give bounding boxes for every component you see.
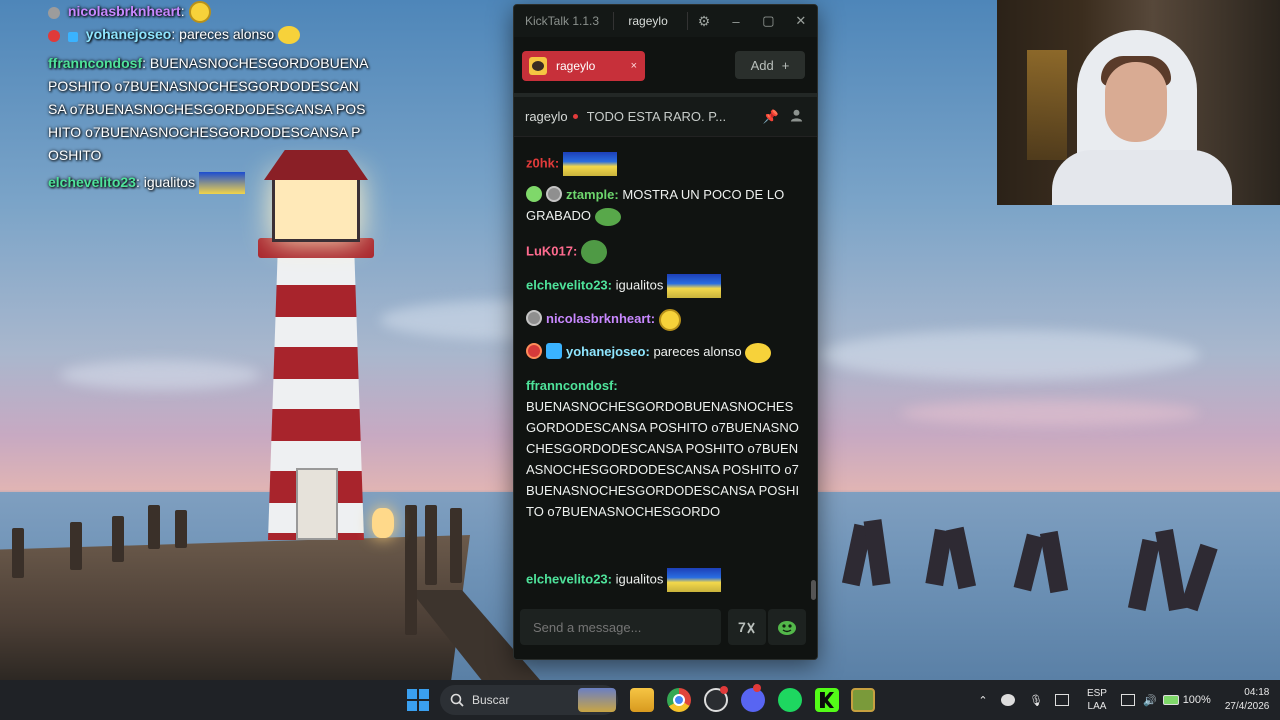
avatar bbox=[529, 57, 547, 75]
clock[interactable]: 04:18 27/4/2026 bbox=[1225, 686, 1270, 714]
language-indicator[interactable]: ESP LAA bbox=[1087, 687, 1107, 713]
webcam-feed bbox=[997, 0, 1280, 205]
vpn-icon[interactable] bbox=[1001, 694, 1015, 706]
emote-icon bbox=[666, 568, 721, 592]
chat-message: elchevelito23: igualitos bbox=[526, 568, 806, 592]
emote-icon bbox=[745, 342, 772, 363]
chevron-up-icon[interactable]: ⌃ bbox=[975, 694, 991, 707]
stream-info-header: rageylo TODO ESTA RARO. P... 📌 bbox=[514, 97, 817, 137]
chrome-icon[interactable] bbox=[667, 688, 691, 712]
silver-badge-icon bbox=[546, 186, 562, 202]
tab-rageylo[interactable]: rageylo × bbox=[522, 51, 645, 81]
chat-message: ztample: MOSTRA UN POCO DE LO GRABADO bbox=[526, 184, 806, 226]
chat-message: nicolasbrknheart: bbox=[526, 308, 806, 331]
spotify-icon[interactable] bbox=[778, 688, 802, 712]
silver-badge-icon bbox=[526, 310, 542, 326]
battery-icon[interactable] bbox=[1162, 695, 1179, 705]
gear-icon[interactable]: ⚙ bbox=[688, 13, 719, 30]
stream-overlay-chat: nicolasbrknheart: yohanejoseo: pareces a… bbox=[48, 0, 378, 195]
discord-icon[interactable] bbox=[741, 684, 765, 712]
channel-name[interactable]: rageylo bbox=[525, 109, 568, 124]
chat-message: ffranncondosf: BUENASNOCHESGORDOBUENASNO… bbox=[526, 378, 800, 519]
emote-icon bbox=[198, 172, 245, 195]
chat-message: elchevelito23: igualitos bbox=[526, 274, 806, 298]
network-icon[interactable] bbox=[1120, 694, 1135, 706]
red-badge-icon bbox=[526, 343, 542, 359]
volume-icon[interactable]: 🔊 bbox=[1143, 694, 1157, 707]
windows-start-icon[interactable] bbox=[407, 689, 429, 711]
stream-title: TODO ESTA RARO. P... bbox=[586, 109, 727, 124]
close-icon[interactable]: ✕ bbox=[785, 13, 817, 29]
file-explorer-icon[interactable] bbox=[630, 688, 654, 712]
svg-text:7: 7 bbox=[738, 619, 746, 635]
current-user[interactable]: rageylo bbox=[628, 14, 687, 28]
taskbar-search[interactable]: Buscar bbox=[440, 685, 618, 715]
chat-message: yohanejoseo: pareces alonso bbox=[526, 341, 806, 363]
emote-icon bbox=[562, 152, 617, 176]
live-indicator bbox=[572, 114, 578, 119]
clipboard-icon[interactable] bbox=[1054, 694, 1069, 706]
tab-close-icon[interactable]: × bbox=[631, 60, 637, 72]
overlay-message: yohanejoseo: pareces alonso bbox=[48, 23, 378, 46]
cube-badge-icon bbox=[67, 32, 78, 42]
pin-icon[interactable]: 📌 bbox=[761, 109, 781, 125]
obs-icon[interactable] bbox=[704, 686, 728, 712]
kick-icon[interactable] bbox=[815, 688, 839, 712]
overlay-message: elchevelito23: igualitos bbox=[48, 171, 378, 195]
search-highlight-icon bbox=[578, 688, 616, 712]
chat-input-area: 7 bbox=[514, 603, 817, 659]
chat-message: z0hk: bbox=[526, 152, 806, 176]
chat-messages: z0hk: ztample: MOSTRA UN POCO DE LO GRAB… bbox=[514, 142, 817, 601]
silver-badge-icon bbox=[48, 7, 60, 19]
plus-icon: + bbox=[781, 57, 790, 73]
microphone-icon[interactable]: 🎙 bbox=[1029, 694, 1043, 707]
alien-badge-icon bbox=[526, 186, 542, 202]
emote-picker-icon[interactable] bbox=[768, 609, 806, 645]
cube-badge-icon bbox=[546, 343, 562, 359]
overlay-message: nicolasbrknheart: bbox=[48, 0, 378, 24]
overlay-message: ffranncondosf: BUENASNOCHESGORDOBUENA PO… bbox=[48, 55, 368, 163]
search-icon bbox=[450, 693, 464, 707]
emote-icon bbox=[658, 308, 681, 331]
maximize-icon[interactable]: ▢ bbox=[752, 13, 784, 29]
minimize-icon[interactable]: – bbox=[720, 14, 752, 29]
taskbar: Buscar ⌃ 🎙 ESP LAA 🔊 100% 04:18 27/4/202… bbox=[0, 680, 1280, 720]
message-input[interactable] bbox=[520, 609, 721, 645]
title-bar: KickTalk 1.1.3 rageylo ⚙ – ▢ ✕ bbox=[514, 5, 817, 37]
red-badge-icon bbox=[48, 30, 60, 42]
chat-scrollbar[interactable] bbox=[811, 580, 816, 600]
add-chatroom-button[interactable]: Add + bbox=[735, 51, 805, 79]
emote-icon bbox=[580, 240, 607, 264]
emote-icon bbox=[594, 207, 621, 226]
user-icon[interactable] bbox=[786, 109, 806, 125]
translate-icon[interactable]: 7 bbox=[728, 609, 766, 645]
emote-icon bbox=[278, 26, 300, 45]
chatroom-tabs: rageylo × Add + bbox=[514, 37, 817, 97]
system-tray: ⌃ 🎙 ESP LAA 🔊 100% 04:18 27/4/2026 bbox=[975, 680, 1269, 720]
game-icon[interactable] bbox=[851, 688, 875, 712]
app-title: KickTalk 1.1.3 bbox=[525, 14, 600, 28]
emote-icon bbox=[666, 274, 721, 298]
emote-icon bbox=[188, 1, 211, 24]
chat-message: LuK017: bbox=[526, 240, 806, 264]
kicktalk-window: KickTalk 1.1.3 rageylo ⚙ – ▢ ✕ rageylo ×… bbox=[513, 4, 818, 660]
